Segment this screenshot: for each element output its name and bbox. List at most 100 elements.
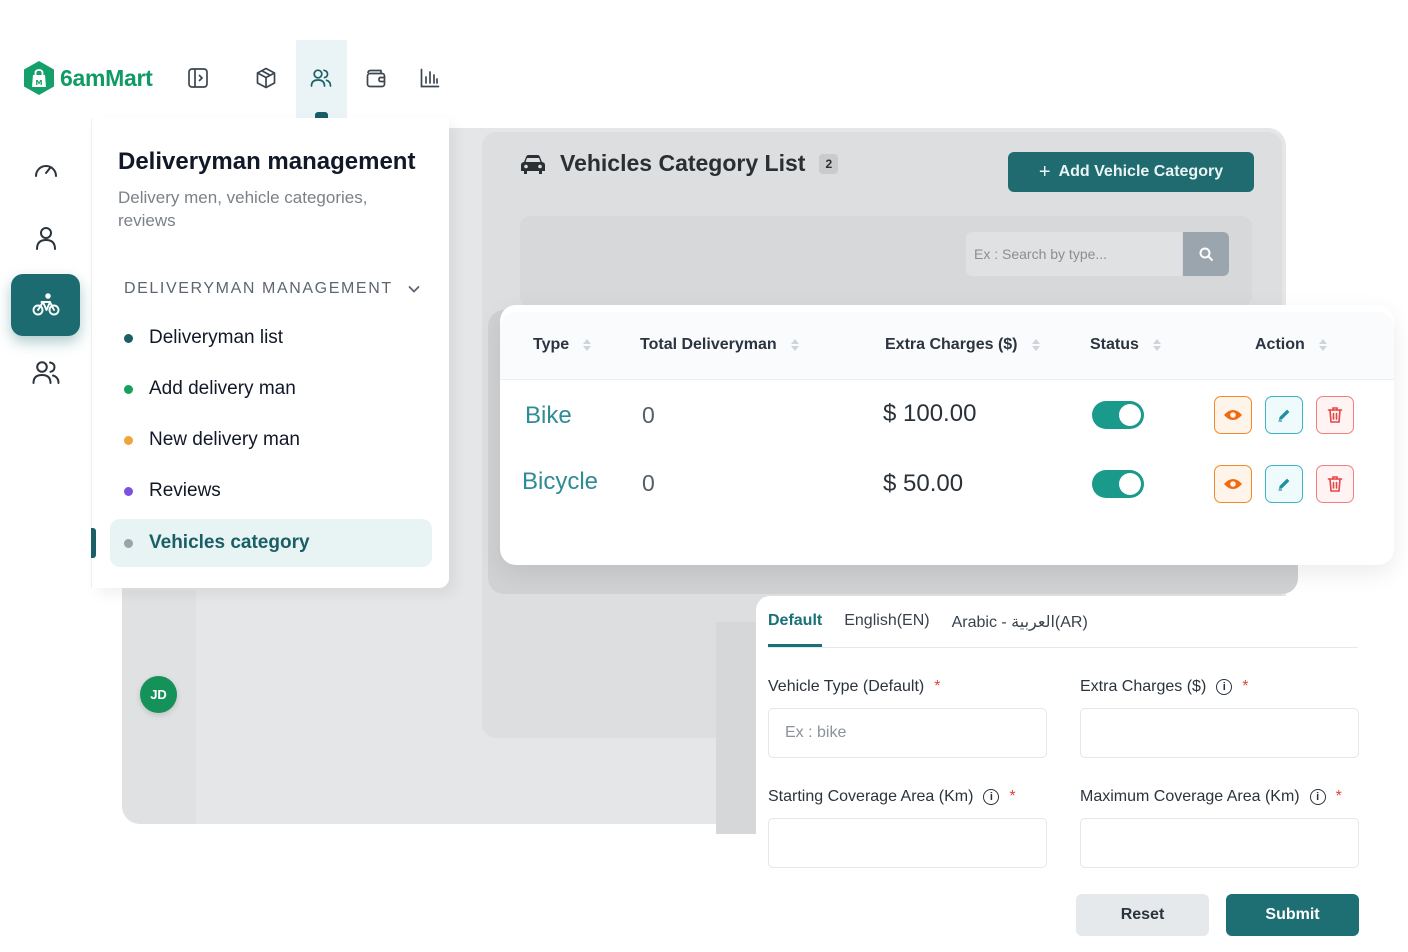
search-input[interactable]: Ex : Search by type... [966, 232, 1182, 276]
tab-default[interactable]: Default [768, 612, 822, 632]
edit-button[interactable] [1265, 396, 1303, 434]
column-header-status[interactable]: Status [1090, 336, 1161, 354]
info-icon[interactable]: i [1216, 679, 1233, 695]
field-label: Extra Charges ($) [1080, 678, 1207, 695]
add-vehicle-category-button[interactable]: + Add Vehicle Category [1008, 152, 1254, 192]
field-label: Maximum Coverage Area (Km) [1080, 788, 1300, 805]
extra-charges-input[interactable] [1080, 708, 1359, 758]
shopping-bag-logo-icon: M [22, 60, 56, 96]
sidebar-toggle-icon[interactable] [182, 62, 214, 94]
sort-icon [583, 339, 592, 351]
required-mark: * [1335, 788, 1342, 805]
wallet-icon[interactable] [360, 62, 392, 94]
page-header: Vehicles Category List 2 [520, 150, 839, 177]
language-tabs: Default English(EN) Arabic - العربية(AR) [768, 612, 1088, 632]
sidebar-item-label: Add delivery man [149, 378, 296, 399]
submenu-subtitle: Delivery men, vehicle categories, review… [118, 188, 368, 230]
sidebar-item-vehicles-category[interactable]: Vehicles category [110, 519, 432, 567]
bar-chart-icon[interactable] [414, 62, 446, 94]
column-header-extra-charges[interactable]: Extra Charges ($) [885, 336, 1040, 354]
cell-extra-charges: $ 50.00 [883, 470, 964, 497]
column-header-total-deliveryman[interactable]: Total Deliveryman [640, 336, 799, 354]
pencil-icon [1276, 476, 1292, 492]
car-icon [520, 153, 546, 175]
field-label: Starting Coverage Area (Km) [768, 788, 974, 805]
page-title: Vehicles Category List [560, 150, 806, 176]
sidebar-item-reviews[interactable]: Reviews [110, 467, 432, 515]
cell-type[interactable]: Bike [525, 402, 572, 430]
sort-icon [1318, 339, 1327, 351]
reset-button[interactable]: Reset [1076, 894, 1209, 936]
extra-charges-label: Extra Charges ($) i * [1080, 678, 1249, 696]
sidebar-item-label: Deliveryman list [149, 327, 284, 348]
sidebar-item-label: Vehicles category [149, 532, 310, 553]
bullet-dot [124, 333, 133, 343]
bullet-dot [124, 486, 133, 496]
tab-arabic[interactable]: Arabic - العربية(AR) [952, 612, 1088, 632]
submenu-title: Deliveryman management [118, 148, 416, 175]
bullet-dot [124, 538, 133, 548]
cell-type[interactable]: Bicycle [522, 468, 598, 496]
starting-coverage-label: Starting Coverage Area (Km) i * [768, 788, 1016, 806]
svg-text:M: M [36, 79, 43, 87]
eye-icon [1223, 408, 1243, 422]
tab-english[interactable]: English(EN) [844, 612, 929, 632]
input-placeholder: Ex : bike [785, 724, 847, 741]
active-item-marker [91, 528, 96, 558]
required-mark: * [1009, 788, 1016, 805]
package-icon[interactable] [250, 62, 282, 94]
app-logo[interactable]: M 6amMart [22, 60, 153, 96]
maximum-coverage-input[interactable] [1080, 818, 1359, 868]
active-tab-underline [768, 644, 822, 647]
bullet-dot [124, 384, 133, 394]
trash-icon [1327, 406, 1343, 424]
view-button[interactable] [1214, 396, 1252, 434]
user-icon[interactable] [26, 218, 66, 258]
app-name: 6amMart [60, 64, 153, 91]
starting-coverage-input[interactable] [768, 818, 1047, 868]
status-toggle[interactable] [1092, 470, 1144, 498]
required-mark: * [934, 678, 941, 695]
sidebar-item-deliveryman-list[interactable]: Deliveryman list [110, 314, 432, 362]
sidebar-item-new-delivery-man[interactable]: New delivery man [110, 416, 432, 464]
column-header-label: Action [1255, 336, 1305, 353]
plus-icon: + [1038, 160, 1051, 183]
sidebar-item-label: Reviews [149, 480, 221, 501]
info-icon[interactable]: i [983, 789, 1000, 805]
column-header-type[interactable]: Type [533, 336, 592, 354]
view-button[interactable] [1214, 465, 1252, 503]
status-toggle[interactable] [1092, 401, 1144, 429]
dashboard-icon[interactable] [26, 150, 66, 190]
cell-total-deliveryman: 0 [642, 402, 655, 428]
tab-divider [768, 647, 1358, 648]
add-vehicle-category-label: Add Vehicle Category [1058, 163, 1224, 180]
submenu-section-label: DELIVERYMAN MANAGEMENT [124, 280, 393, 297]
delete-button[interactable] [1316, 465, 1354, 503]
submenu-section-header[interactable]: DELIVERYMAN MANAGEMENT [124, 280, 421, 298]
edit-button[interactable] [1265, 465, 1303, 503]
sort-icon [1031, 339, 1040, 351]
delete-button[interactable] [1316, 396, 1354, 434]
search-button[interactable] [1183, 232, 1229, 276]
avatar[interactable]: JD [140, 676, 177, 713]
eye-icon [1223, 477, 1243, 491]
vehicle-type-input[interactable]: Ex : bike [768, 708, 1047, 758]
bicycle-icon[interactable] [26, 285, 66, 325]
cell-extra-charges: $ 100.00 [883, 400, 977, 427]
column-header-label: Extra Charges ($) [885, 336, 1018, 353]
required-mark: * [1242, 678, 1249, 695]
trash-icon [1327, 475, 1343, 493]
submit-button[interactable]: Submit [1226, 894, 1359, 936]
count-badge: 2 [819, 153, 839, 174]
cell-total-deliveryman: 0 [642, 470, 655, 496]
maximum-coverage-label: Maximum Coverage Area (Km) i * [1080, 788, 1342, 806]
users-icon[interactable] [26, 352, 66, 392]
sidebar-item-add-delivery-man[interactable]: Add delivery man [110, 365, 432, 413]
search-icon [1198, 246, 1214, 262]
sort-icon [790, 339, 799, 351]
column-header-label: Type [533, 336, 570, 353]
column-header-action[interactable]: Action [1255, 336, 1327, 354]
users-icon[interactable] [305, 62, 337, 94]
pencil-icon [1276, 407, 1292, 423]
info-icon[interactable]: i [1309, 789, 1326, 805]
